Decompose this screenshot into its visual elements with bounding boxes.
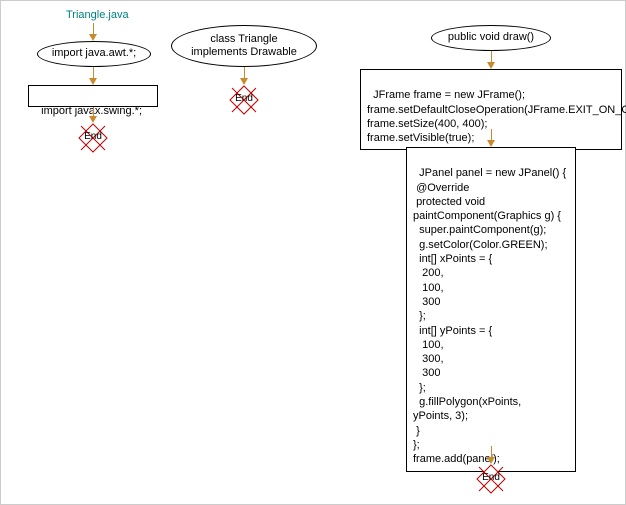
- node-text: import java.awt.*;: [52, 47, 136, 60]
- end-label: End: [78, 131, 108, 142]
- class-triangle-node: class Triangle implements Drawable: [171, 25, 317, 67]
- import-awt-node: import java.awt.*;: [37, 41, 151, 67]
- node-text: JFrame frame = new JFrame(); frame.setDe…: [367, 89, 626, 144]
- draw-method-node: public void draw(): [431, 25, 551, 51]
- arrow-icon: [487, 457, 495, 464]
- node-text: JPanel panel = new JPanel() { @Override …: [413, 167, 566, 465]
- end-node: End: [78, 123, 108, 153]
- arrow-icon: [89, 78, 97, 85]
- node-text: public void draw(): [448, 31, 534, 44]
- end-label: End: [229, 93, 259, 104]
- end-label: End: [476, 472, 506, 483]
- arrow-icon: [240, 78, 248, 85]
- arrow-icon: [89, 116, 97, 123]
- end-node: End: [476, 464, 506, 494]
- jpanel-paint-node: JPanel panel = new JPanel() { @Override …: [406, 147, 576, 472]
- arrow-icon: [487, 62, 495, 69]
- end-node: End: [229, 85, 259, 115]
- arrow-icon: [487, 140, 495, 147]
- title-label: Triangle.java: [66, 9, 129, 21]
- arrow-icon: [89, 34, 97, 41]
- import-swing-node: import javax.swing.*;: [28, 85, 158, 107]
- node-text: class Triangle implements Drawable: [191, 33, 297, 59]
